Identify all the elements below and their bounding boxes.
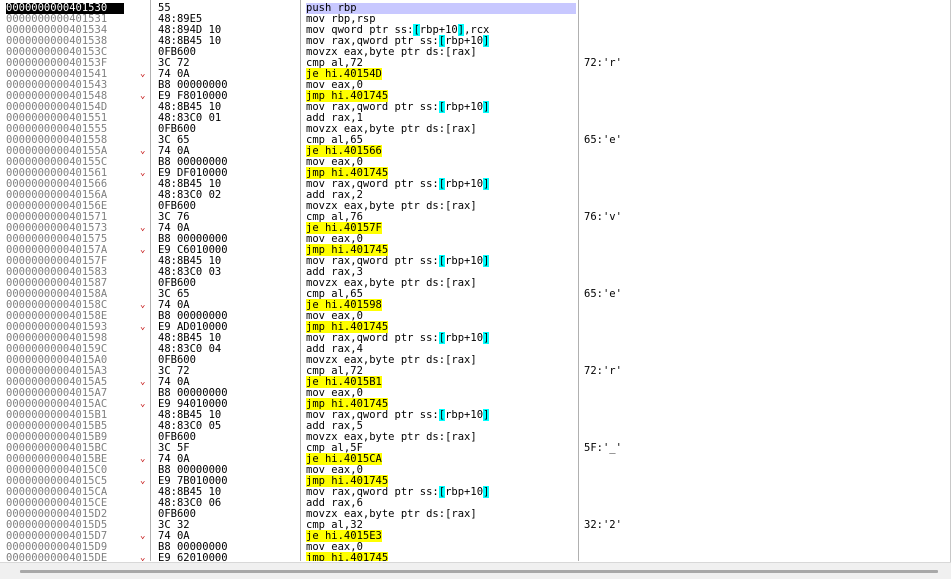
disasm-row[interactable]: 0000000000401543 B8 00000000 mov eax,0: [0, 80, 951, 91]
disasm-row[interactable]: 00000000004015D7 ⌄ 74 0A je hi.4015E3: [0, 530, 951, 542]
disasm-row[interactable]: 00000000004015B9 0FB600 movzx eax,byte ptr…: [0, 432, 951, 443]
disasm-row[interactable]: 0000000000401587 0FB600 movzx eax,byte ptr…: [0, 278, 951, 289]
disasm-row[interactable]: 000000000040158A 3C 65 cmp al,65 65:'e': [0, 289, 951, 300]
instruction-cell[interactable]: jmp hi.401745: [306, 552, 576, 561]
jump-arrow-icon: ⌄: [140, 399, 146, 409]
disasm-row[interactable]: 000000000040153F 3C 72 cmp al,72 72:'r': [0, 58, 951, 69]
comment-cell[interactable]: 72:'r': [584, 366, 704, 377]
instruction-token: rbp+10: [445, 255, 484, 267]
disasm-row[interactable]: 00000000004015C0 B8 00000000 mov eax,0: [0, 465, 951, 476]
jump-arrow-icon: ⌄: [140, 454, 146, 464]
disasm-row[interactable]: 000000000040157F 48:8B45 10 mov rax,qword …: [0, 255, 951, 267]
instruction-token: rbp+10: [445, 332, 484, 344]
horizontal-scrollbar-thumb[interactable]: [20, 570, 938, 573]
disasm-row[interactable]: 000000000040154D 48:8B45 10 mov rax,qword …: [0, 101, 951, 113]
disasm-row[interactable]: 00000000004015D5 3C 32 cmp al,32 32:'2': [0, 520, 951, 531]
instruction-token: rbp+10: [445, 101, 484, 113]
instruction-token: ]: [483, 178, 490, 190]
disasm-row[interactable]: 00000000004015BE ⌄ 74 0A je hi.4015CA: [0, 453, 951, 465]
disasm-row[interactable]: 00000000004015B1 48:8B45 10 mov rax,qword …: [0, 409, 951, 421]
instruction-token: ]: [483, 101, 490, 113]
disasm-row[interactable]: 0000000000401566 48:8B45 10 mov rax,qword …: [0, 178, 951, 190]
disasm-row[interactable]: 0000000000401558 3C 65 cmp al,65 65:'e': [0, 135, 951, 146]
bytes-cell[interactable]: E9 62010000: [158, 553, 298, 562]
column-divider-comment: [578, 0, 579, 561]
column-divider-instruction: [300, 0, 301, 561]
disasm-row[interactable]: 00000000004015CA 48:8B45 10 mov rax,qword …: [0, 486, 951, 498]
instruction-token: rbp+10: [445, 178, 484, 190]
jump-arrow-icon: ⌄: [140, 322, 146, 332]
column-divider-bytes: [150, 0, 151, 561]
jump-arrow-icon: ⌄: [140, 69, 146, 79]
instruction-token: rbp+10: [445, 486, 484, 498]
instruction-token: jmp hi.401745: [306, 552, 389, 561]
disasm-row[interactable]: 0000000000401575 B8 00000000 mov eax,0: [0, 234, 951, 245]
disasm-row[interactable]: 0000000000401571 3C 76 cmp al,76 76:'v': [0, 212, 951, 223]
disasm-row[interactable]: 000000000040155A ⌄ 74 0A je hi.401566: [0, 145, 951, 157]
disasm-row[interactable]: 00000000004015A5 ⌄ 74 0A je hi.4015B1: [0, 376, 951, 388]
disasm-row[interactable]: 00000000004015A0 0FB600 movzx eax,byte ptr…: [0, 355, 951, 366]
comment-cell[interactable]: 65:'e': [584, 289, 704, 300]
comment-cell[interactable]: 65:'e': [584, 135, 704, 146]
disasm-row[interactable]: 000000000040158E B8 00000000 mov eax,0: [0, 311, 951, 322]
horizontal-scrollbar[interactable]: [0, 562, 951, 579]
jump-arrow-icon: ⌄: [140, 168, 146, 178]
disasm-row[interactable]: 00000000004015D9 B8 00000000 mov eax,0: [0, 542, 951, 553]
comment-cell[interactable]: 76:'v': [584, 212, 704, 223]
jump-arrow-icon: ⌄: [140, 553, 146, 561]
jump-arrow-icon: ⌄: [140, 300, 146, 310]
comment-cell[interactable]: 32:'2': [584, 520, 704, 531]
jump-arrow-icon: ⌄: [140, 91, 146, 101]
disasm-row[interactable]: 00000000004015D2 0FB600 movzx eax,byte ptr…: [0, 509, 951, 520]
jump-arrow-icon: ⌄: [140, 531, 146, 541]
disasm-row[interactable]: 00000000004015DE ⌄ E9 62010000 jmp hi.40174…: [0, 552, 951, 562]
instruction-token: rbp+10: [445, 409, 484, 421]
jump-arrow-icon: ⌄: [140, 146, 146, 156]
disasm-row[interactable]: 0000000000401555 0FB600 movzx eax,byte ptr…: [0, 124, 951, 135]
disasm-row[interactable]: 000000000040156E 0FB600 movzx eax,byte ptr…: [0, 201, 951, 212]
disasm-row[interactable]: 0000000000401598 48:8B45 10 mov rax,qword …: [0, 332, 951, 344]
instruction-token: ]: [483, 332, 490, 344]
disasm-row[interactable]: 0000000000401530 55 push rbp: [0, 3, 951, 14]
comment-cell[interactable]: 72:'r': [584, 58, 704, 69]
jump-arrow-icon: ⌄: [140, 476, 146, 486]
disasm-row[interactable]: 000000000040153C 0FB600 movzx eax,byte ptr…: [0, 47, 951, 58]
jump-arrow-icon: ⌄: [140, 223, 146, 233]
instruction-token: ]: [483, 35, 490, 47]
jump-arrow-icon: ⌄: [140, 245, 146, 255]
comment-cell[interactable]: 5F:'_': [584, 443, 704, 454]
disassembly-view[interactable]: 0000000000401530 55 push rbp 00000000004015…: [0, 3, 951, 561]
instruction-token: ]: [483, 409, 490, 421]
disasm-row[interactable]: 000000000040155C B8 00000000 mov eax,0: [0, 157, 951, 168]
disasm-row[interactable]: 0000000000401573 ⌄ 74 0A je hi.40157F: [0, 222, 951, 234]
instruction-token: ]: [483, 486, 490, 498]
disasm-row[interactable]: 00000000004015A3 3C 72 cmp al,72 72:'r': [0, 366, 951, 377]
jump-arrow-icon: ⌄: [140, 377, 146, 387]
instruction-token: ]: [483, 255, 490, 267]
disasm-row[interactable]: 00000000004015BC 3C 5F cmp al,5F 5F:'_': [0, 443, 951, 454]
disasm-row[interactable]: 0000000000401541 ⌄ 74 0A je hi.40154D: [0, 68, 951, 80]
disasm-row[interactable]: 000000000040158C ⌄ 74 0A je hi.401598: [0, 299, 951, 311]
address-cell[interactable]: 00000000004015DE: [6, 553, 124, 562]
disasm-row[interactable]: 00000000004015A7 B8 00000000 mov eax,0: [0, 388, 951, 399]
